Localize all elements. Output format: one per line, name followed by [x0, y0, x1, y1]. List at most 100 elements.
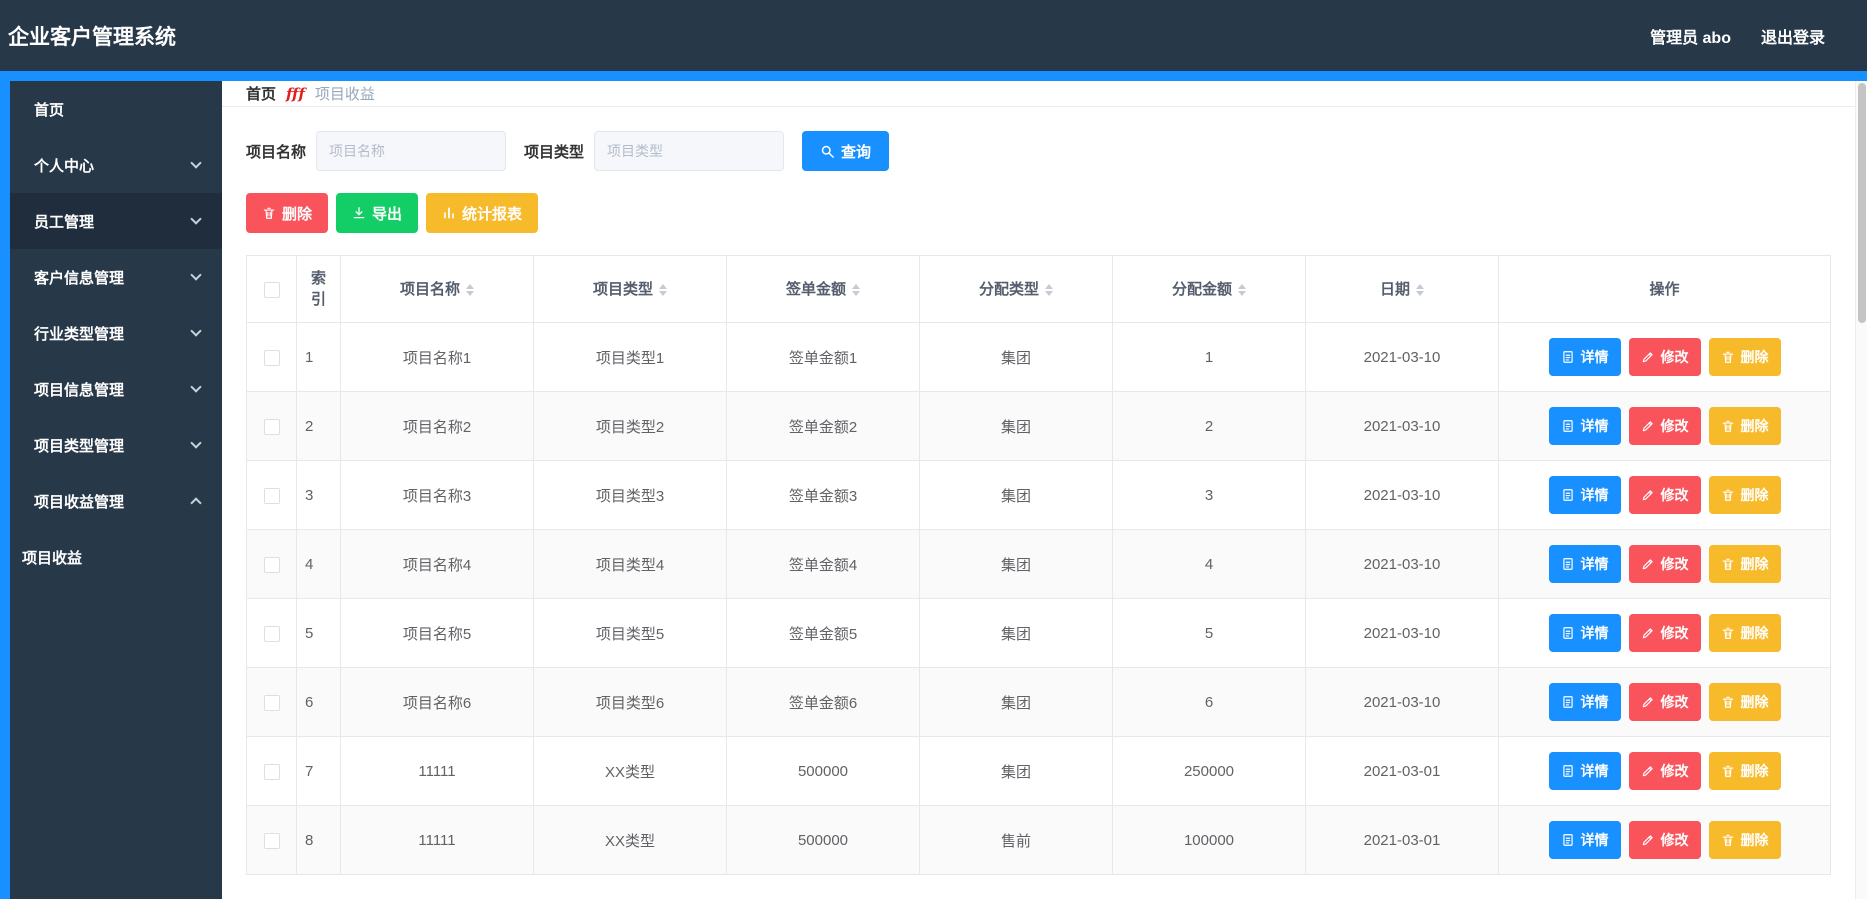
cell-index: 1 — [296, 322, 341, 392]
document-icon — [1562, 696, 1573, 708]
sidebar-item-6[interactable]: 项目类型管理 — [10, 417, 222, 473]
report-button[interactable]: 统计报表 — [426, 193, 539, 233]
edit-button[interactable]: 修改 — [1628, 821, 1701, 859]
cell-index: 2 — [296, 391, 341, 461]
cell-actions: 详情 修改 删除 — [1498, 529, 1831, 599]
row-checkbox[interactable] — [263, 625, 280, 642]
row-delete-button[interactable]: 删除 — [1708, 407, 1781, 445]
detail-button[interactable]: 详情 — [1548, 338, 1621, 376]
cell-actions: 详情 修改 删除 — [1498, 460, 1831, 530]
row-delete-button[interactable]: 删除 — [1708, 338, 1781, 376]
table-header-row: 索引 项目名称 项目类型 签单金额 分配类型 分配金额 日期 操作 — [246, 255, 1831, 323]
project-name-input[interactable] — [316, 131, 507, 171]
detail-button[interactable]: 详情 — [1548, 407, 1621, 445]
trash-icon — [1722, 696, 1733, 708]
toolbar: 删除 导出 统计报表 — [246, 193, 1831, 233]
row-select-cell — [246, 805, 297, 875]
detail-button[interactable]: 详情 — [1548, 752, 1621, 790]
search-button[interactable]: 查询 — [802, 131, 890, 171]
sidebar-item-2[interactable]: 员工管理 — [10, 193, 222, 249]
table-row: 6 项目名称6 项目类型6 签单金额6 集团 6 2021-03-10 详情 修… — [246, 667, 1831, 737]
edit-button[interactable]: 修改 — [1628, 614, 1701, 652]
row-checkbox[interactable] — [263, 832, 280, 849]
trash-icon — [1722, 834, 1733, 846]
document-icon — [1562, 351, 1573, 363]
document-icon — [1562, 627, 1573, 639]
sidebar-item-0[interactable]: 首页 — [10, 81, 222, 137]
detail-button[interactable]: 详情 — [1548, 614, 1621, 652]
row-checkbox[interactable] — [263, 763, 280, 780]
edit-button[interactable]: 修改 — [1628, 407, 1701, 445]
project-name-label: 项目名称 — [246, 143, 307, 161]
cell-index: 6 — [296, 667, 341, 737]
trash-icon — [1722, 627, 1733, 639]
table-row: 2 项目名称2 项目类型2 签单金额2 集团 2 2021-03-10 详情 修… — [246, 391, 1831, 461]
row-checkbox[interactable] — [263, 556, 280, 573]
cell-project-name: 项目名称1 — [340, 322, 534, 392]
sort-carets-icon[interactable] — [852, 283, 860, 296]
row-delete-button[interactable]: 删除 — [1708, 614, 1781, 652]
sort-carets-icon[interactable] — [466, 283, 474, 296]
sidebar-item-7[interactable]: 项目收益管理 — [10, 473, 222, 529]
select-all-checkbox[interactable] — [263, 281, 280, 298]
column-header-2[interactable]: 项目类型 — [533, 255, 727, 323]
column-header-4[interactable]: 分配类型 — [919, 255, 1113, 323]
row-checkbox[interactable] — [263, 418, 280, 435]
project-type-input[interactable] — [594, 131, 785, 171]
row-delete-button[interactable]: 删除 — [1708, 476, 1781, 514]
scrollbar-thumb[interactable] — [1858, 83, 1866, 323]
cell-date: 2021-03-10 — [1305, 391, 1499, 461]
sort-carets-icon[interactable] — [659, 283, 667, 296]
breadcrumb-current: 项目收益 — [314, 86, 375, 103]
column-header-3[interactable]: 签单金额 — [726, 255, 920, 323]
detail-button[interactable]: 详情 — [1548, 476, 1621, 514]
current-user[interactable]: 管理员 abo — [1650, 24, 1731, 48]
column-header-5[interactable]: 分配金额 — [1112, 255, 1306, 323]
edit-button[interactable]: 修改 — [1628, 476, 1701, 514]
sidebar-item-5[interactable]: 项目信息管理 — [10, 361, 222, 417]
sidebar-subitem-project-income[interactable]: 项目收益 — [10, 529, 222, 585]
sidebar-item-1[interactable]: 个人中心 — [10, 137, 222, 193]
pencil-icon — [1642, 559, 1653, 570]
row-delete-button[interactable]: 删除 — [1708, 752, 1781, 790]
sort-carets-icon[interactable] — [1416, 283, 1424, 296]
trash-icon — [1722, 558, 1733, 570]
sort-carets-icon[interactable] — [1238, 283, 1246, 296]
row-delete-button[interactable]: 删除 — [1708, 545, 1781, 583]
cell-project-name: 11111 — [340, 805, 534, 875]
cell-actions: 详情 修改 删除 — [1498, 667, 1831, 737]
detail-button[interactable]: 详情 — [1548, 683, 1621, 721]
pencil-icon — [1642, 352, 1653, 363]
detail-button[interactable]: 详情 — [1548, 821, 1621, 859]
edit-button[interactable]: 修改 — [1628, 683, 1701, 721]
document-icon — [1562, 489, 1573, 501]
sidebar-item-4[interactable]: 行业类型管理 — [10, 305, 222, 361]
sidebar-menu: 首页 个人中心 员工管理 客户信息管理 行业类型管理 项目信息管理 项目类型管理… — [10, 81, 222, 529]
table-row: 4 项目名称4 项目类型4 签单金额4 集团 4 2021-03-10 详情 修… — [246, 529, 1831, 599]
app-title: 企业客户管理系统 — [8, 25, 176, 49]
row-checkbox[interactable] — [263, 349, 280, 366]
edit-button[interactable]: 修改 — [1628, 338, 1701, 376]
row-checkbox[interactable] — [263, 487, 280, 504]
delete-button[interactable]: 删除 — [246, 193, 329, 233]
edit-button[interactable]: 修改 — [1628, 752, 1701, 790]
row-delete-button[interactable]: 删除 — [1708, 821, 1781, 859]
cell-alloc-type: 集团 — [919, 391, 1113, 461]
detail-button[interactable]: 详情 — [1548, 545, 1621, 583]
column-header-6[interactable]: 日期 — [1305, 255, 1499, 323]
row-delete-button[interactable]: 删除 — [1708, 683, 1781, 721]
breadcrumb-home[interactable]: 首页 — [246, 83, 276, 104]
table-row: 7 11111 XX类型 500000 集团 250000 2021-03-01… — [246, 736, 1831, 806]
column-header-1[interactable]: 项目名称 — [340, 255, 534, 323]
sidebar-item-3[interactable]: 客户信息管理 — [10, 249, 222, 305]
logout-link[interactable]: 退出登录 — [1761, 24, 1825, 48]
chevron-down-icon — [190, 213, 202, 225]
sort-carets-icon[interactable] — [1045, 283, 1053, 296]
edit-button[interactable]: 修改 — [1628, 545, 1701, 583]
row-checkbox[interactable] — [263, 694, 280, 711]
sidebar-subitem-label: 项目收益 — [22, 549, 83, 567]
export-button[interactable]: 导出 — [336, 193, 419, 233]
scrollbar[interactable] — [1855, 81, 1867, 899]
delete-button-label: 删除 — [282, 205, 313, 223]
search-button-label: 查询 — [841, 143, 872, 161]
